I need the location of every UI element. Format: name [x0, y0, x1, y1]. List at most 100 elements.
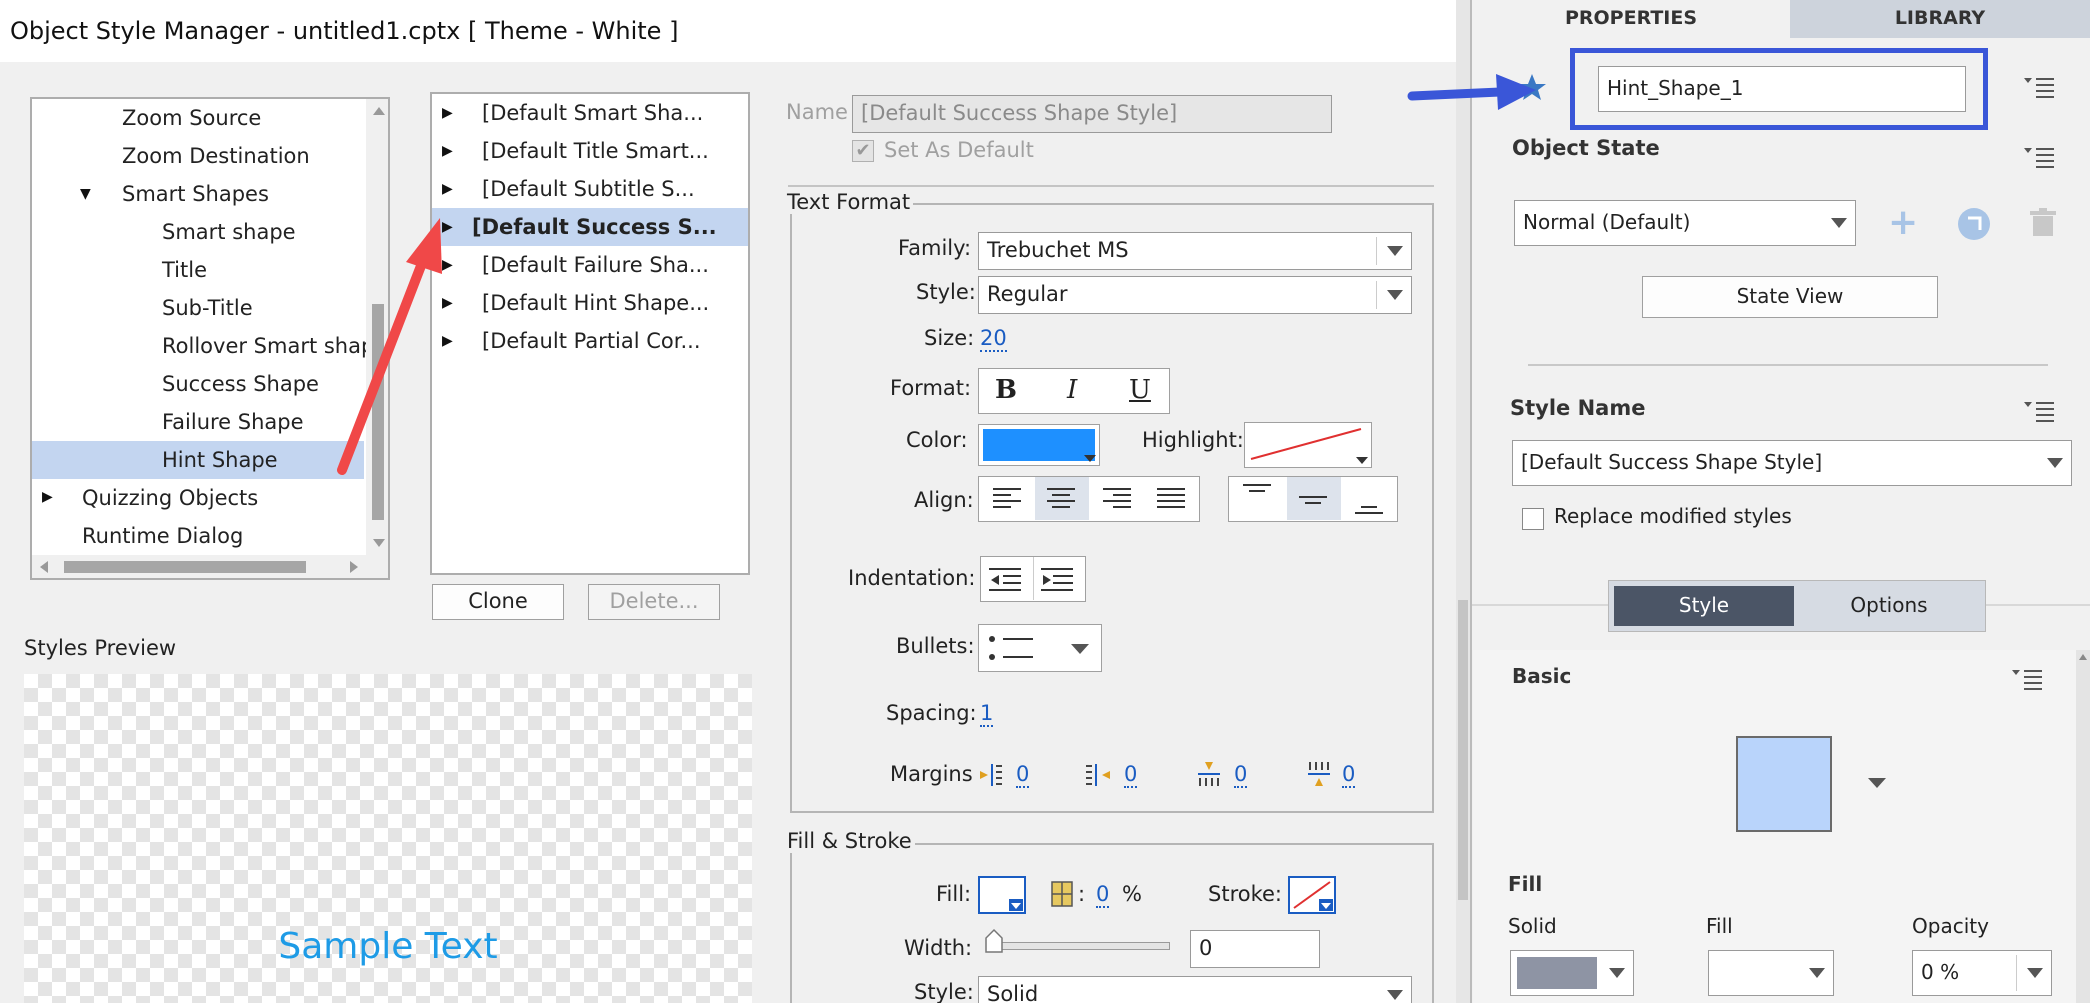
bold-button[interactable]: B [995, 375, 1017, 405]
expand-arrow-icon[interactable]: ▶ [442, 295, 453, 311]
segment-options[interactable]: Options [1796, 586, 1982, 626]
tree-item-sub-title[interactable]: Sub-Title [162, 289, 253, 327]
style-item-smart-shape[interactable]: [Default Smart Sha... [482, 94, 703, 132]
tree-item-smart-shapes[interactable]: Smart Shapes [122, 175, 269, 213]
segment-style[interactable]: Style [1614, 586, 1794, 626]
clone-button[interactable]: Clone [432, 584, 564, 620]
add-state-icon[interactable]: + [1888, 205, 1918, 241]
tree-horizontal-scrollbar[interactable] [32, 555, 388, 578]
align-middle-icon[interactable] [1299, 483, 1329, 513]
replace-modified-checkbox[interactable] [1522, 508, 1544, 530]
object-state-menu-icon[interactable] [2024, 146, 2054, 168]
style-item-partial-correct[interactable]: [Default Partial Cor... [482, 322, 701, 360]
scroll-left-arrow-icon[interactable] [40, 561, 48, 573]
expand-arrow-icon[interactable]: ▶ [442, 219, 453, 235]
style-item-failure[interactable]: [Default Failure Sha... [482, 246, 709, 284]
family-dropdown[interactable]: Trebuchet MS [978, 232, 1412, 270]
text-color-picker[interactable] [978, 424, 1100, 466]
align-right-icon[interactable] [1103, 487, 1133, 511]
tree-item-quizzing-objects[interactable]: Quizzing Objects [82, 479, 258, 517]
tree-item-rollover-smart-shape[interactable]: Rollover Smart shap [162, 327, 374, 365]
chevron-down-icon [2027, 968, 2043, 978]
delete-button[interactable]: Delete... [588, 584, 720, 620]
margin-bottom-value[interactable]: 0 [1342, 762, 1356, 788]
size-value[interactable]: 20 [980, 326, 1007, 352]
style-name-menu-icon[interactable] [2024, 400, 2054, 422]
name-field[interactable]: [Default Success Shape Style] [852, 95, 1332, 133]
tree-item-hint-shape[interactable]: Hint Shape [162, 441, 278, 479]
fill-color-picker[interactable] [978, 876, 1026, 914]
style-item-hint[interactable]: [Default Hint Shape... [482, 284, 709, 322]
scrollbar-thumb[interactable] [372, 304, 384, 520]
style-dropdown[interactable]: Regular [978, 276, 1412, 314]
panel-scrollbar[interactable] [2076, 650, 2090, 1003]
basic-menu-icon[interactable] [2012, 668, 2042, 690]
scroll-down-arrow-icon[interactable] [373, 539, 385, 547]
tab-properties[interactable]: PROPERTIES [1472, 0, 1790, 38]
styles-list[interactable]: ▶ [Default Smart Sha... ▶ [Default Title… [430, 92, 750, 575]
align-bottom-icon[interactable] [1355, 483, 1385, 517]
highlight-color-picker[interactable] [1244, 422, 1372, 468]
margin-left-value[interactable]: 0 [1016, 762, 1030, 788]
tree-item-zoom-source[interactable]: Zoom Source [122, 99, 261, 137]
expand-arrow-icon[interactable]: ▶ [442, 257, 453, 273]
dialog-edge-scrollbar[interactable] [1456, 0, 1470, 1003]
state-view-button[interactable]: State View [1642, 276, 1938, 318]
expand-arrow-icon[interactable]: ▶ [442, 105, 453, 121]
style-item-title-smart[interactable]: [Default Title Smart... [482, 132, 709, 170]
scroll-up-arrow-icon[interactable] [2079, 654, 2087, 660]
slider-thumb[interactable] [984, 928, 1004, 954]
object-tree[interactable]: Zoom Source Zoom Destination ▼ Smart Sha… [30, 97, 390, 580]
reset-state-icon[interactable] [1956, 206, 1992, 242]
object-name-field[interactable]: Hint_Shape_1 [1598, 66, 1966, 112]
expand-arrow-icon[interactable]: ▶ [442, 181, 453, 197]
width-slider[interactable] [986, 942, 1170, 950]
spacing-value[interactable]: 1 [980, 701, 994, 727]
style-swatch-preview[interactable] [1736, 736, 1832, 832]
tab-library[interactable]: LIBRARY [1790, 0, 2090, 38]
expand-arrow-icon[interactable]: ▶ [442, 333, 453, 349]
margin-right-value[interactable]: 0 [1124, 762, 1138, 788]
width-input[interactable]: 0 [1190, 930, 1320, 968]
collapse-arrow-icon[interactable]: ▼ [80, 186, 91, 202]
stroke-color-picker[interactable] [1288, 876, 1336, 914]
scrollbar-thumb[interactable] [1458, 600, 1468, 900]
tree-vertical-scrollbar[interactable] [366, 99, 388, 555]
style-name-dropdown[interactable]: [Default Success Shape Style] [1512, 440, 2072, 486]
tree-item-success-shape[interactable]: Success Shape [162, 365, 319, 403]
tree-item-smart-shape[interactable]: Smart shape [162, 213, 296, 251]
fill-type-dropdown[interactable] [1510, 950, 1634, 996]
underline-button[interactable]: U [1129, 375, 1151, 405]
expand-arrow-icon[interactable]: ▶ [442, 143, 453, 159]
tree-item-zoom-destination[interactable]: Zoom Destination [122, 137, 310, 175]
align-top-icon[interactable] [1243, 483, 1273, 513]
align-center-icon[interactable] [1047, 487, 1077, 511]
tree-item-runtime-dialog[interactable]: Runtime Dialog [82, 517, 243, 555]
align-justify-icon[interactable] [1157, 487, 1187, 511]
scroll-right-arrow-icon[interactable] [350, 561, 358, 573]
italic-button[interactable]: I [1067, 375, 1077, 405]
bullet-list-icon [989, 636, 1033, 660]
style-item-success-selected[interactable]: [Default Success S... [472, 208, 717, 246]
margin-top-value[interactable]: 0 [1234, 762, 1248, 788]
tree-item-title[interactable]: Title [162, 251, 207, 289]
object-state-dropdown[interactable]: Normal (Default) [1514, 200, 1856, 246]
set-default-checkbox[interactable]: ✔ [852, 140, 874, 162]
chevron-down-icon [1321, 903, 1331, 909]
tree-item-failure-shape[interactable]: Failure Shape [162, 403, 304, 441]
indent-icon[interactable] [1041, 567, 1077, 593]
delete-state-icon[interactable] [2030, 208, 2056, 238]
scroll-up-arrow-icon[interactable] [373, 107, 385, 115]
expand-arrow-icon[interactable]: ▶ [42, 489, 53, 505]
bullets-dropdown[interactable] [978, 624, 1102, 672]
horizontal-scrollbar-thumb[interactable] [64, 561, 306, 573]
outdent-icon[interactable] [989, 567, 1025, 593]
align-left-icon[interactable] [993, 487, 1023, 511]
stroke-style-dropdown[interactable]: Solid [978, 976, 1412, 1003]
style-item-subtitle[interactable]: [Default Subtitle S... [482, 170, 695, 208]
opacity-dropdown[interactable]: 0 % [1912, 950, 2052, 996]
fill-opacity-value[interactable]: 0 [1096, 882, 1110, 908]
chevron-down-icon[interactable] [1868, 778, 1886, 788]
panel-menu-icon[interactable] [2024, 76, 2054, 98]
fill-color-dropdown[interactable] [1708, 950, 1834, 996]
